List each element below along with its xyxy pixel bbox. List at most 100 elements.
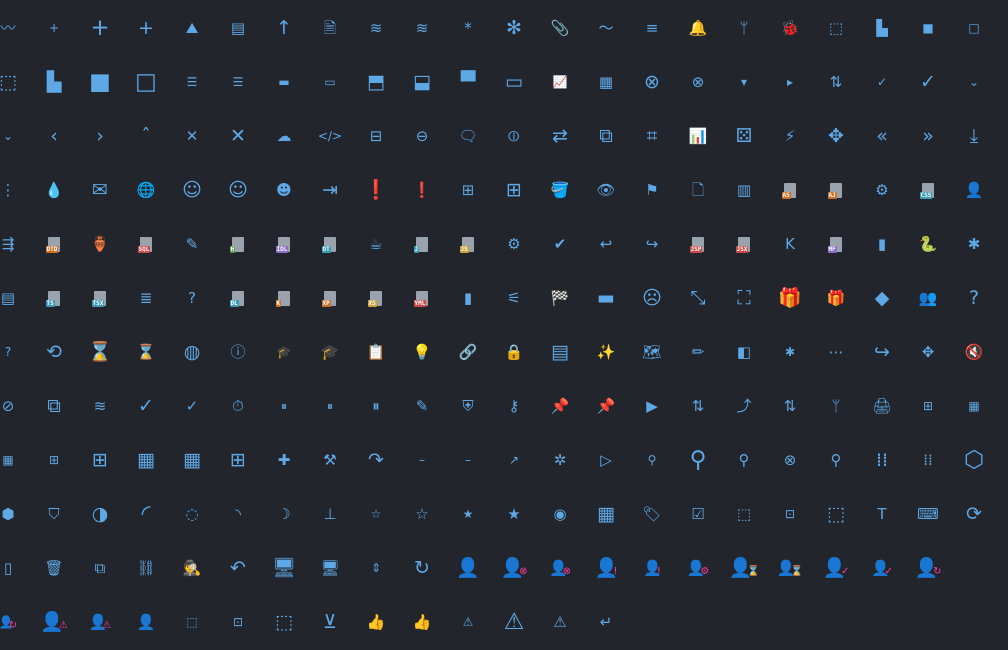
- icon-glyph: ✓: [920, 70, 936, 93]
- user-remove-icon: 👤 ⊗: [540, 548, 580, 588]
- file-type-label: JSX: [735, 245, 749, 253]
- user-pending-large-icon: 👤 ⌛: [724, 548, 764, 588]
- task-checkbox-icon: ☑: [678, 494, 718, 534]
- icon-glyph: ⌛: [88, 340, 112, 363]
- icon-glyph: 👤: [964, 180, 984, 199]
- icon-glyph: ⤓: [969, 124, 979, 147]
- copy-icon: ⧉: [586, 116, 626, 156]
- icon-glyph: ▦: [183, 448, 201, 471]
- layers-add-icon: ≋: [356, 8, 396, 48]
- bug-icon: 🐞: [770, 8, 810, 48]
- globe-icon: 🌐: [126, 170, 166, 210]
- user-settings-icon: 👤 ⚙: [678, 548, 718, 588]
- check-icon: ✓: [908, 62, 948, 102]
- search-alert-icon: ⚲: [724, 440, 764, 480]
- icon-glyph: 📈: [552, 75, 568, 89]
- pencil-fill-icon: ✏: [678, 332, 718, 372]
- icon-glyph: ⛨: [462, 396, 474, 415]
- icon-glyph: ☹: [642, 286, 662, 309]
- search-close-icon: ⊗: [770, 440, 810, 480]
- file-ot-icon: OT: [310, 224, 350, 264]
- window-filled-dropdown-large-icon: ▙: [34, 62, 74, 102]
- icon-glyph: 🎓: [320, 342, 340, 361]
- icon-glyph: ≣: [139, 288, 153, 307]
- chevron-right-icon: ›: [80, 116, 120, 156]
- file-star-icon: ✱: [954, 224, 994, 264]
- asterisk-small-icon: *: [448, 8, 488, 48]
- icon-glyph: ≡: [645, 18, 659, 37]
- icon-glyph: ⊗: [691, 72, 705, 91]
- icon-glyph: ↪: [874, 340, 890, 363]
- mute-icon: 🔇: [954, 332, 994, 372]
- icon-glyph: ⁞⁞: [923, 450, 933, 469]
- list-box-icon: ▤: [540, 332, 580, 372]
- file-binary-icon: ▥: [724, 170, 764, 210]
- icon-glyph: ≋: [369, 18, 383, 37]
- tools-icon: ⚒: [310, 440, 350, 480]
- contrast-icon: ◑: [80, 494, 120, 534]
- unfold-icon: ⇕: [356, 548, 396, 588]
- icon-glyph: 🗑: [44, 558, 64, 577]
- icon-glyph: ⬚: [736, 504, 752, 523]
- file-back-icon: ↩: [586, 224, 626, 264]
- emoji-add-icon: ☺: [172, 170, 212, 210]
- checkered-flag-icon: 🏁: [540, 278, 580, 318]
- icon-glyph: </>: [317, 129, 343, 143]
- icon-glyph: 📎: [550, 18, 570, 37]
- icon-glyph: ✏: [691, 342, 705, 361]
- grid-small-outline-icon: ⊞: [34, 440, 74, 480]
- file-js-icon: JS: [448, 224, 488, 264]
- icon-glyph: ⚙: [507, 234, 521, 253]
- icon-glyph: 👥: [918, 288, 938, 307]
- icon-glyph: 🗎: [323, 18, 337, 37]
- file-type-label: TSX: [91, 299, 105, 307]
- icon-glyph: 🗺: [642, 342, 662, 361]
- icon-glyph: ◑: [91, 502, 109, 525]
- help-circle-icon: ?: [954, 278, 994, 318]
- link-icon: 🔗: [448, 332, 488, 372]
- icon-glyph: ⇅: [691, 396, 705, 415]
- icon-glyph: ?: [4, 345, 12, 359]
- icon-glyph: 🏺: [90, 234, 110, 253]
- icon-glyph: ⬚: [828, 18, 844, 37]
- icon-glyph: ✲: [553, 450, 567, 469]
- icon-glyph: ⊞: [48, 453, 60, 467]
- icon-glyph: ⟳: [966, 502, 982, 525]
- asterisk-icon: ✻: [494, 8, 534, 48]
- account-card-icon: 👥: [908, 278, 948, 318]
- box-small-icon: ▬: [264, 62, 304, 102]
- square-outline-icon: □: [126, 62, 166, 102]
- file-python-icon: 🐍: [908, 224, 948, 264]
- icon-glyph: ⊡: [784, 507, 796, 521]
- icon-glyph: 〜: [598, 18, 614, 37]
- icon-glyph: ⌨: [917, 504, 939, 523]
- icon-glyph: 🎁: [826, 288, 846, 307]
- caret-right-icon: ▸: [770, 62, 810, 102]
- icon-glyph: ⬡: [963, 446, 985, 473]
- file-idl-icon: IDL: [264, 224, 304, 264]
- file-settings-icon: ⚙: [862, 170, 902, 210]
- file-type-label: IDL: [275, 245, 289, 253]
- file-type-label: CSS: [919, 191, 933, 199]
- icon-glyph: ✎: [415, 396, 429, 415]
- stopwatch-icon: ⏱: [218, 386, 258, 426]
- bar-chart-icon: 📊: [678, 116, 718, 156]
- icon-glyph: ⓘ: [230, 342, 246, 361]
- file-type-label: MF: [827, 245, 837, 253]
- user-alert-icon: 👤!: [632, 548, 672, 588]
- icon-glyph: ✕: [230, 124, 246, 147]
- user-alert-large-icon: 👤!: [586, 548, 626, 588]
- grid-dropdown-large-filled-icon: ▦: [126, 440, 166, 480]
- icon-glyph: 👍: [366, 612, 386, 631]
- icon-glyph: ☰: [232, 75, 244, 89]
- icon-glyph: ✱: [784, 345, 796, 359]
- icon-glyph: ⏸: [280, 399, 287, 413]
- icon-glyph: ⏸: [372, 396, 380, 415]
- user-check-large-icon: 👤 ✓: [816, 548, 856, 588]
- icon-glyph: ⬚: [0, 70, 17, 93]
- icon-glyph: ⚟: [507, 288, 521, 307]
- file-type-label: AS: [781, 191, 791, 199]
- double-chevron-left-icon: «: [862, 116, 902, 156]
- git-icon: ◆: [862, 278, 902, 318]
- chart-small-icon: 📈: [540, 62, 580, 102]
